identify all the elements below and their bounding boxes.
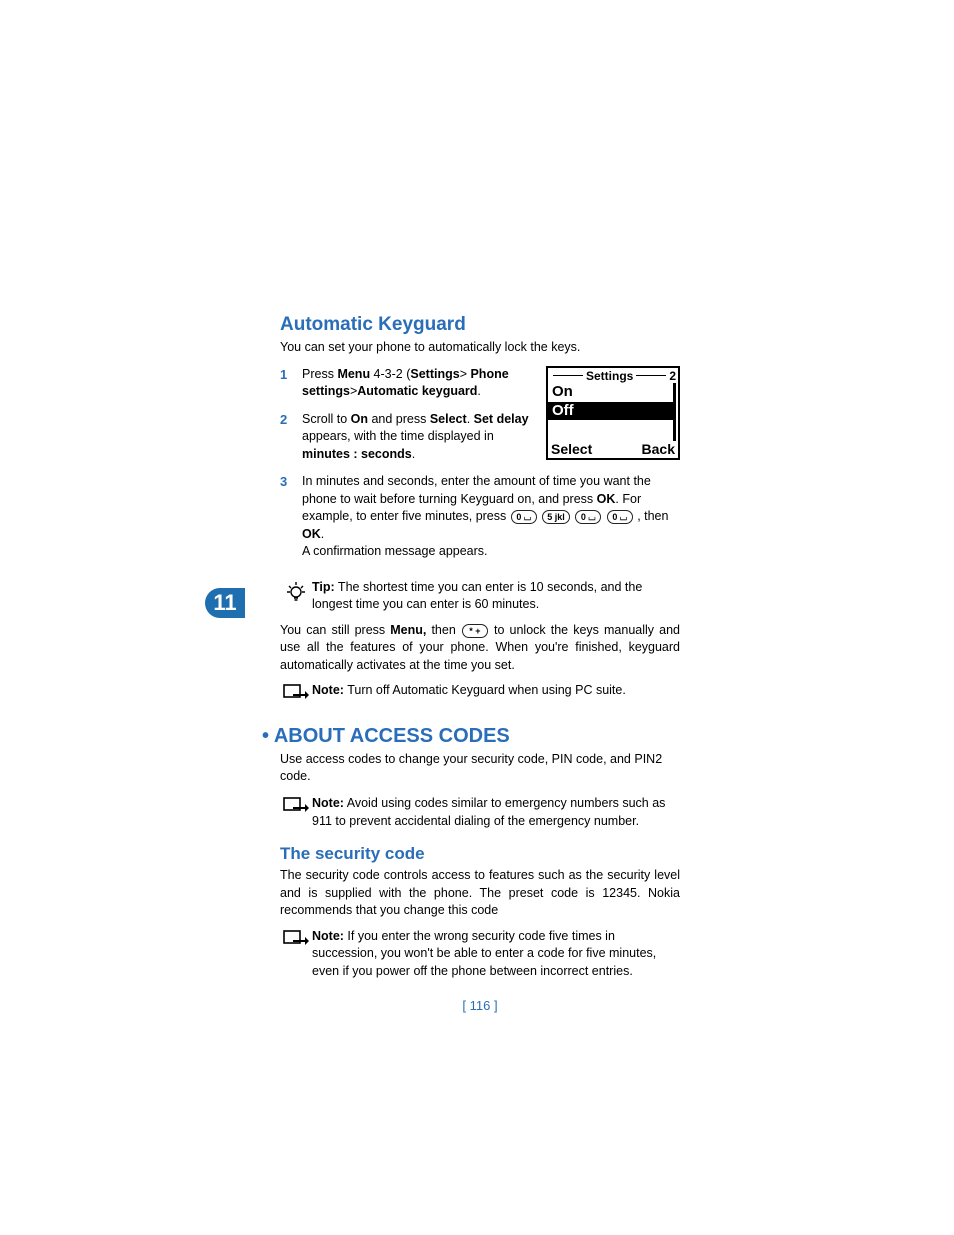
note-block-1: Note: Turn off Automatic Keyguard when u… — [280, 682, 680, 707]
key-0-icon: 0 ⌴ — [511, 510, 537, 524]
page-number: [ 116 ] — [280, 998, 680, 1013]
heading-security-code: The security code — [280, 844, 680, 864]
note-block-2: Note: Avoid using codes similar to emerg… — [280, 795, 680, 830]
paragraph-security-code: The security code controls access to fea… — [280, 867, 680, 920]
paragraph-unlock: You can still press Menu, then * + to un… — [280, 622, 680, 675]
note-arrow-icon — [280, 795, 312, 820]
intro-2: Use access codes to change your security… — [280, 751, 680, 785]
note-block-3: Note: If you enter the wrong security co… — [280, 928, 680, 981]
note-arrow-icon — [280, 682, 312, 707]
steps-list: Press Menu 4-3-2 (Settings> Phone settin… — [280, 366, 680, 561]
key-0-icon: 0 ⌴ — [607, 510, 633, 524]
step-1: Press Menu 4-3-2 (Settings> Phone settin… — [280, 366, 680, 401]
key-5-icon: 5 jkl — [542, 510, 570, 524]
step-2: Scroll to On and press Select. Set delay… — [280, 411, 680, 464]
key-0-icon: 0 ⌴ — [575, 510, 601, 524]
chapter-tab: 11 — [205, 588, 245, 618]
heading-about-access-codes: ABOUT ACCESS CODES — [262, 725, 680, 748]
lightbulb-icon — [280, 579, 312, 608]
intro-1: You can set your phone to automatically … — [280, 339, 680, 356]
step-3: In minutes and seconds, enter the amount… — [280, 473, 680, 561]
heading-automatic-keyguard: Automatic Keyguard — [280, 314, 680, 336]
tip-block: Tip: The shortest time you can enter is … — [280, 579, 680, 614]
page-content: Automatic Keyguard You can set your phon… — [280, 314, 680, 1013]
note-arrow-icon — [280, 928, 312, 953]
key-star-icon: * + — [462, 624, 488, 638]
